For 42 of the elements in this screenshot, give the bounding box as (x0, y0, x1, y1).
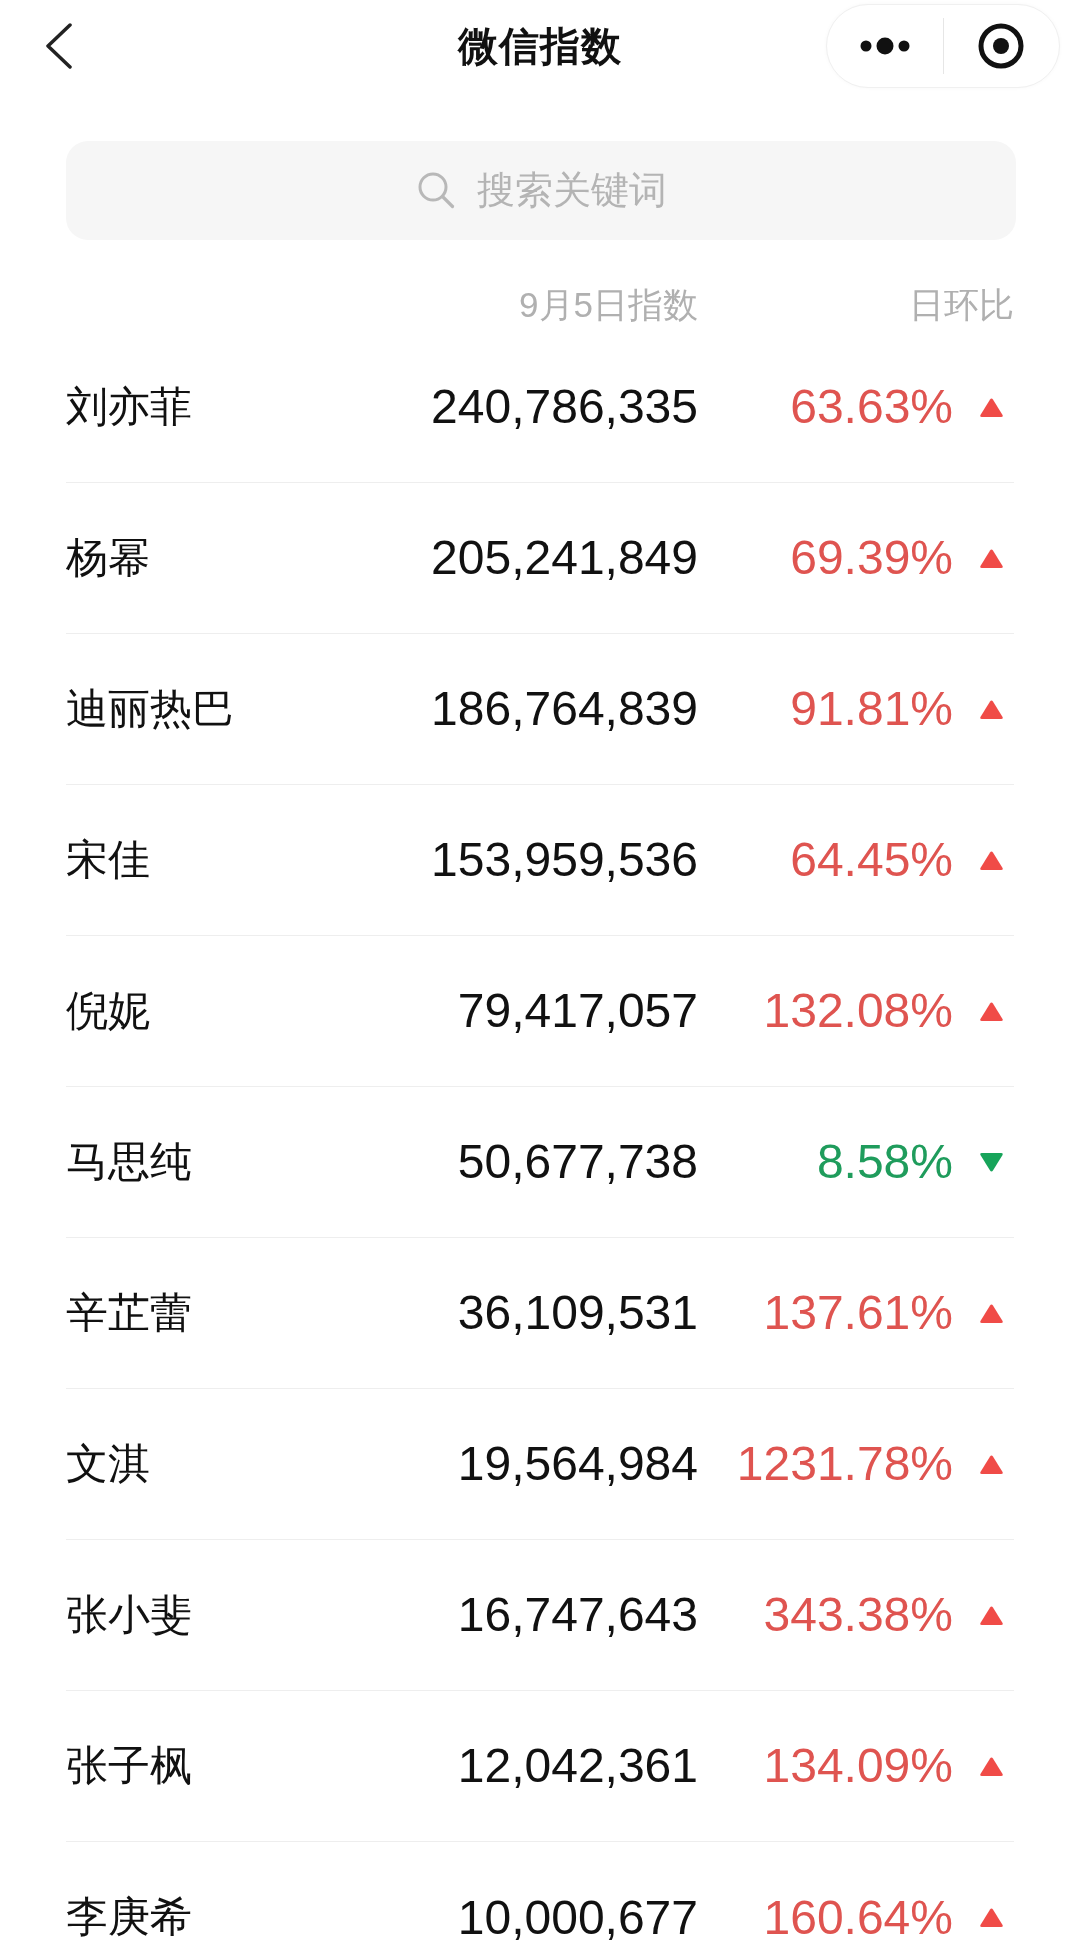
index-value-cell-text: 205,241,849 (431, 530, 698, 587)
column-header: 9月5日指数 (519, 284, 698, 326)
index-value-cell-text: 36,109,531 (457, 1285, 698, 1342)
name-cell-text: 辛芷蕾 (66, 1287, 192, 1338)
change-percent-cell-text: 64.45% (790, 832, 953, 889)
change-percent-cell-text: 134.09% (763, 1738, 953, 1795)
change-percent-cell-text: 1231.78% (736, 1436, 953, 1493)
name-cell-text: 倪妮 (66, 985, 150, 1036)
index-value-cell-text: 50,677,738 (457, 1134, 698, 1191)
index-value-cell-text: 16,747,643 (457, 1587, 698, 1644)
change-percent-cell-text: 160.64% (763, 1889, 953, 1946)
name-cell-text: 张小斐 (66, 1589, 192, 1640)
name-cell-text: 宋佳 (66, 834, 150, 885)
search-field[interactable]: 搜索关键词 (66, 141, 1016, 240)
index-value-cell-text: 19,564,984 (457, 1436, 698, 1493)
name-cell-text: 张子枫 (66, 1740, 192, 1791)
name-cell-text: 迪丽热巴 (66, 683, 234, 734)
index-value-cell-text: 186,764,839 (431, 681, 698, 738)
name-cell-text: 刘亦菲 (66, 381, 192, 432)
change-percent-cell-text: 91.81% (790, 681, 953, 738)
index-value-cell-text: 10,000,677 (457, 1889, 698, 1946)
change-percent-cell-text: 69.39% (790, 530, 953, 587)
index-value-cell-text: 12,042,361 (457, 1738, 698, 1795)
name-cell: 李庚希 (66, 1892, 192, 1943)
chevron-left-icon (45, 23, 73, 69)
name-cell-text: 文淇 (66, 1438, 150, 1489)
page-title: 微信指数 (458, 22, 622, 70)
index-value-cell-text: 153,959,536 (431, 832, 698, 889)
change-percent-cell-text: 63.63% (790, 379, 953, 436)
change-percent-cell-text: 137.61% (763, 1285, 953, 1342)
name-cell-text: 杨幂 (66, 532, 150, 583)
index-value-cell-text: 79,417,057 (457, 983, 698, 1040)
change-percent-cell-text: 343.38% (763, 1587, 953, 1644)
name-cell-text: 马思纯 (66, 1136, 192, 1187)
column-header: 日环比 (909, 284, 1014, 326)
back-button[interactable] (45, 23, 73, 69)
more-dots-icon (859, 37, 910, 55)
change-percent-cell-text: 8.58% (816, 1134, 953, 1191)
ring-dot-icon (978, 23, 1025, 69)
change-percent-cell-text: 132.08% (763, 983, 953, 1040)
index-value-cell-text: 240,786,335 (431, 379, 698, 436)
search-icon (417, 171, 455, 209)
